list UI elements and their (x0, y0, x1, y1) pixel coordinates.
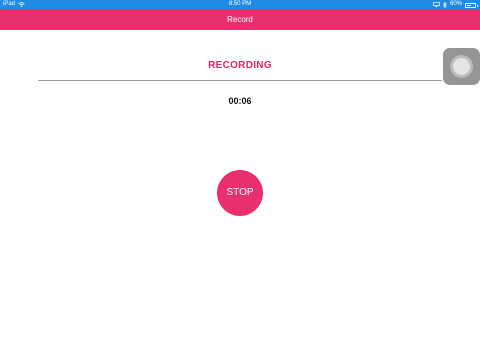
bluetooth-icon (443, 1, 447, 8)
nav-title: Record (227, 15, 253, 24)
battery-fill (467, 4, 472, 6)
recording-status-label: RECORDING (208, 60, 272, 71)
status-right: 60% (433, 0, 478, 9)
airplay-icon (433, 2, 440, 7)
divider (38, 80, 442, 81)
status-bar: iPad 8:50 PM 60% (0, 0, 480, 9)
assistive-touch-icon[interactable] (443, 48, 480, 85)
battery-percent: 60% (449, 1, 462, 7)
elapsed-timer: 00:06 (228, 96, 252, 106)
battery-icon (465, 2, 478, 8)
status-time: 8:50 PM (228, 1, 252, 7)
stop-button[interactable]: STOP (217, 170, 263, 216)
nav-bar: Record (0, 9, 480, 30)
assistive-touch-core (453, 58, 470, 75)
record-screen: iPad 8:50 PM 60% Record RECORDING 00:06 … (0, 0, 480, 360)
